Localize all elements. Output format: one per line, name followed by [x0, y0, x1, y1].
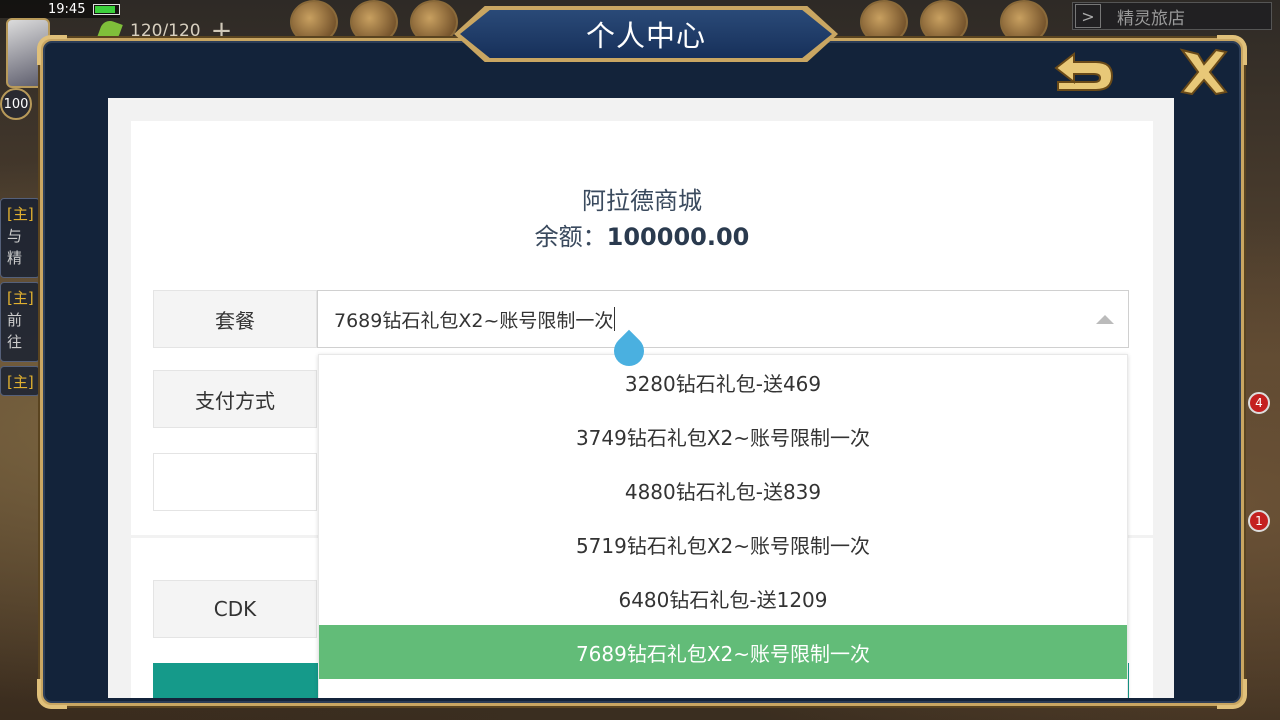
quest-text: 与精	[7, 227, 23, 267]
notification-badge: 1	[1248, 510, 1270, 532]
shop-name: 阿拉德商城	[582, 187, 702, 215]
package-select-value: 7689钻石礼包X2~账号限制一次	[334, 309, 614, 332]
package-label: 套餐	[153, 290, 317, 348]
package-row: 套餐 7689钻石礼包X2~账号限制一次	[153, 290, 1129, 348]
quest-tab-3[interactable]: [主]	[0, 366, 40, 396]
balance-line: 余额：100000.00	[131, 217, 1153, 252]
dropdown-option[interactable]: 3749钻石礼包X2~账号限制一次	[319, 409, 1127, 463]
frame-corner	[1217, 679, 1247, 709]
player-level-badge: 100	[0, 88, 32, 120]
spirit-inn-label: 精灵旅店	[1117, 8, 1185, 29]
battery-icon	[93, 3, 120, 15]
empty-field	[153, 453, 317, 511]
frame-corner	[37, 679, 67, 709]
frame-corner	[37, 35, 67, 65]
modal-title: 个人中心	[460, 10, 832, 58]
back-arrow-icon	[1054, 51, 1114, 91]
dropdown-option-selected[interactable]: 7689钻石礼包X2~账号限制一次	[319, 625, 1127, 679]
package-select[interactable]: 7689钻石礼包X2~账号限制一次	[317, 290, 1129, 348]
play-arrow-icon: >	[1075, 4, 1101, 28]
quest-tab-1[interactable]: [主] 与精	[0, 198, 40, 278]
balance-label: 余额：	[534, 223, 607, 251]
cdk-label: CDK	[153, 580, 317, 638]
quest-text: 前往	[7, 311, 23, 351]
shop-webview: 阿拉德商城 余额：100000.00 套餐 7689钻石礼包X2~账号限制一次 …	[108, 98, 1174, 698]
balance-value: 100000.00	[606, 223, 750, 251]
quest-tag: [主]	[7, 289, 34, 307]
back-button[interactable]	[1044, 50, 1120, 100]
payment-label: 支付方式	[153, 370, 317, 428]
close-x-icon	[1179, 48, 1228, 96]
quest-tag: [主]	[7, 373, 34, 391]
text-cursor	[614, 307, 616, 331]
quest-tab-2[interactable]: [主] 前往	[0, 282, 40, 362]
system-status-bar: 19:45	[0, 0, 120, 18]
dropdown-option[interactable]: 3280钻石礼包-送469	[319, 355, 1127, 409]
dropdown-option[interactable]: 6480钻石礼包-送1209	[319, 571, 1127, 625]
dropdown-option[interactable]: 5719钻石礼包X2~账号限制一次	[319, 517, 1127, 571]
close-button[interactable]	[1176, 44, 1232, 100]
clock: 19:45	[48, 1, 86, 17]
spirit-inn-button[interactable]: > 精灵旅店	[1072, 2, 1272, 30]
package-dropdown-list: 3280钻石礼包-送469 3749钻石礼包X2~账号限制一次 4880钻石礼包…	[318, 354, 1128, 698]
quest-tag: [主]	[7, 205, 34, 223]
dropdown-caret-up-icon	[1096, 315, 1114, 324]
dropdown-option[interactable]: 4880钻石礼包-送839	[319, 463, 1127, 517]
notification-badge: 4	[1248, 392, 1270, 414]
